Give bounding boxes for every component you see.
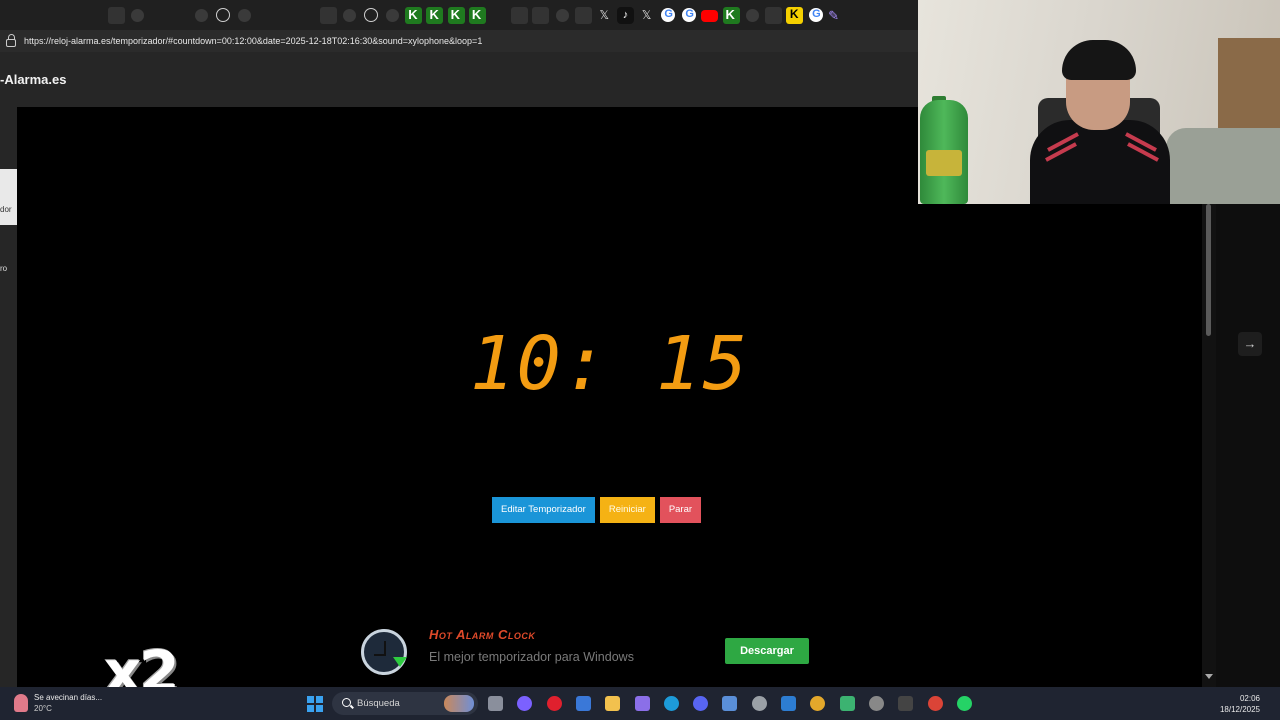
edge-icon[interactable]: [663, 696, 679, 711]
clock-time: 02:06: [1239, 694, 1260, 703]
webcam-person-torso: [1030, 120, 1170, 204]
tab-google-icon[interactable]: [661, 8, 676, 22]
taskbar: Se avecinan días... 20°C Búsqueda 02:06 …: [0, 687, 1280, 720]
tab-gray-icon[interactable]: [343, 8, 357, 22]
terminal-icon[interactable]: [898, 696, 914, 711]
ad-subtitle: El mejor temporizador para Windows: [429, 650, 634, 664]
tab-dark-icon[interactable]: [511, 6, 529, 24]
chrome-canary-icon[interactable]: [810, 696, 826, 711]
tab-strip: 𝕏♪𝕏 ✎: [0, 0, 918, 30]
search-placeholder: Búsqueda: [357, 698, 400, 709]
tab-x-icon[interactable]: 𝕏: [596, 7, 613, 24]
store-icon[interactable]: [575, 696, 591, 711]
tab-dark-icon[interactable]: [107, 6, 125, 24]
copilot-icon[interactable]: [517, 696, 533, 711]
tab-dark-icon[interactable]: [320, 6, 338, 24]
tab-dark-icon[interactable]: [764, 6, 782, 24]
pen-icon[interactable]: [634, 696, 650, 711]
chrome-icon[interactable]: [927, 696, 943, 711]
tab-green-icon[interactable]: [447, 6, 465, 24]
webcam-clothes: [1166, 128, 1280, 204]
tab-globe-icon[interactable]: [364, 8, 379, 22]
tab-instagram-icon[interactable]: [2, 7, 19, 24]
countdown-display: 10: 15: [469, 321, 750, 407]
tab-x-icon[interactable]: 𝕏: [638, 7, 655, 24]
tab-yt-icon[interactable]: [701, 10, 719, 22]
address-bar[interactable]: https://reloj-alarma.es/temporizador/#co…: [0, 30, 918, 52]
site-header: -Alarma.es: [0, 52, 918, 107]
taskbar-search[interactable]: Búsqueda: [332, 692, 478, 715]
tab-gray-icon[interactable]: [237, 8, 251, 22]
weather-temp[interactable]: 20°C: [34, 704, 52, 713]
settings-icon[interactable]: [751, 696, 767, 711]
system-clock[interactable]: 02:06 18/12/2025: [1220, 693, 1260, 715]
tab-instagram-icon[interactable]: [87, 7, 104, 24]
tab-instagram-icon[interactable]: [257, 7, 274, 24]
tab-instagram-icon[interactable]: [23, 7, 40, 24]
tab-green-icon[interactable]: [468, 6, 486, 24]
scroll-thumb[interactable]: [1206, 204, 1211, 336]
tab-gray-icon[interactable]: [386, 8, 400, 22]
camera-icon[interactable]: [868, 696, 884, 711]
photos-icon[interactable]: [722, 696, 738, 711]
windows-start-icon[interactable]: [307, 696, 323, 712]
app-icon[interactable]: [781, 696, 796, 711]
opera-icon[interactable]: [546, 696, 562, 711]
weather-icon[interactable]: [14, 694, 28, 712]
tab-instagram-icon[interactable]: [66, 7, 83, 24]
reset-button[interactable]: Reiniciar: [599, 497, 655, 523]
folder-icon[interactable]: [605, 696, 621, 711]
tab-instagram-icon[interactable]: [171, 7, 188, 24]
webcam-overlay: [918, 0, 1280, 204]
bottle-label: [926, 150, 962, 176]
site-sidebar: dor ro: [0, 107, 17, 687]
whatsapp-icon[interactable]: [956, 696, 972, 711]
tab-dark-icon[interactable]: [574, 6, 592, 24]
page-scrollbar[interactable]: [1202, 204, 1216, 687]
weather-text[interactable]: Se avecinan días...: [34, 693, 102, 702]
tab-gray-icon[interactable]: [555, 8, 569, 22]
tab-green-icon[interactable]: [722, 6, 740, 24]
tab-yellow-icon[interactable]: [785, 6, 803, 24]
clock-date: 18/12/2025: [1219, 705, 1260, 714]
sidebar-item-label: dor: [0, 205, 12, 214]
app2-icon[interactable]: [839, 696, 855, 711]
download-arrow-icon: [393, 657, 407, 667]
tab-tiktok-icon[interactable]: ♪: [616, 6, 634, 24]
url-text[interactable]: https://reloj-alarma.es/temporizador/#co…: [24, 36, 482, 46]
sidebar-item-temporizador[interactable]: dor: [0, 169, 17, 225]
tab-instagram-icon[interactable]: [490, 7, 507, 24]
download-button[interactable]: Descargar: [725, 638, 809, 664]
right-panel: →: [1216, 204, 1280, 687]
tab-instagram-icon[interactable]: [299, 7, 316, 24]
tab-green-icon[interactable]: [405, 6, 423, 24]
site-logo[interactable]: -Alarma.es: [0, 72, 66, 87]
search-icon: [342, 698, 351, 707]
ad-title[interactable]: Hot Alarm Clock: [429, 627, 535, 642]
alarm-clock-icon[interactable]: [361, 629, 407, 675]
tab-globe-icon[interactable]: [215, 8, 230, 22]
tab-gray-icon[interactable]: [131, 8, 145, 22]
tab-dark-icon[interactable]: [532, 6, 550, 24]
tab-instagram-icon[interactable]: [150, 7, 167, 24]
sidebar-item-cronometro[interactable]: ro: [0, 264, 7, 273]
task-view-icon[interactable]: [488, 696, 503, 711]
lock-icon: [6, 34, 16, 47]
arrow-right-icon[interactable]: →: [1238, 332, 1262, 356]
tab-instagram-icon[interactable]: [44, 7, 61, 24]
scroll-down-icon[interactable]: [1205, 674, 1213, 679]
discord-icon[interactable]: [693, 696, 709, 711]
edit-timer-button[interactable]: Editar Temporizador: [492, 497, 595, 523]
tab-green-icon[interactable]: [426, 6, 444, 24]
tab-google-icon[interactable]: [809, 8, 824, 22]
timer-controls: Editar Temporizador Reiniciar Parar: [492, 497, 706, 523]
tab-google-icon[interactable]: [682, 8, 697, 22]
tab-instagram-icon[interactable]: [278, 7, 295, 24]
tab-gray-icon[interactable]: [745, 8, 759, 22]
tab-pencil-icon[interactable]: ✎: [828, 7, 845, 24]
stop-button[interactable]: Parar: [659, 497, 702, 523]
search-highlight-icon: [444, 695, 474, 712]
tab-gray-icon[interactable]: [194, 8, 208, 22]
